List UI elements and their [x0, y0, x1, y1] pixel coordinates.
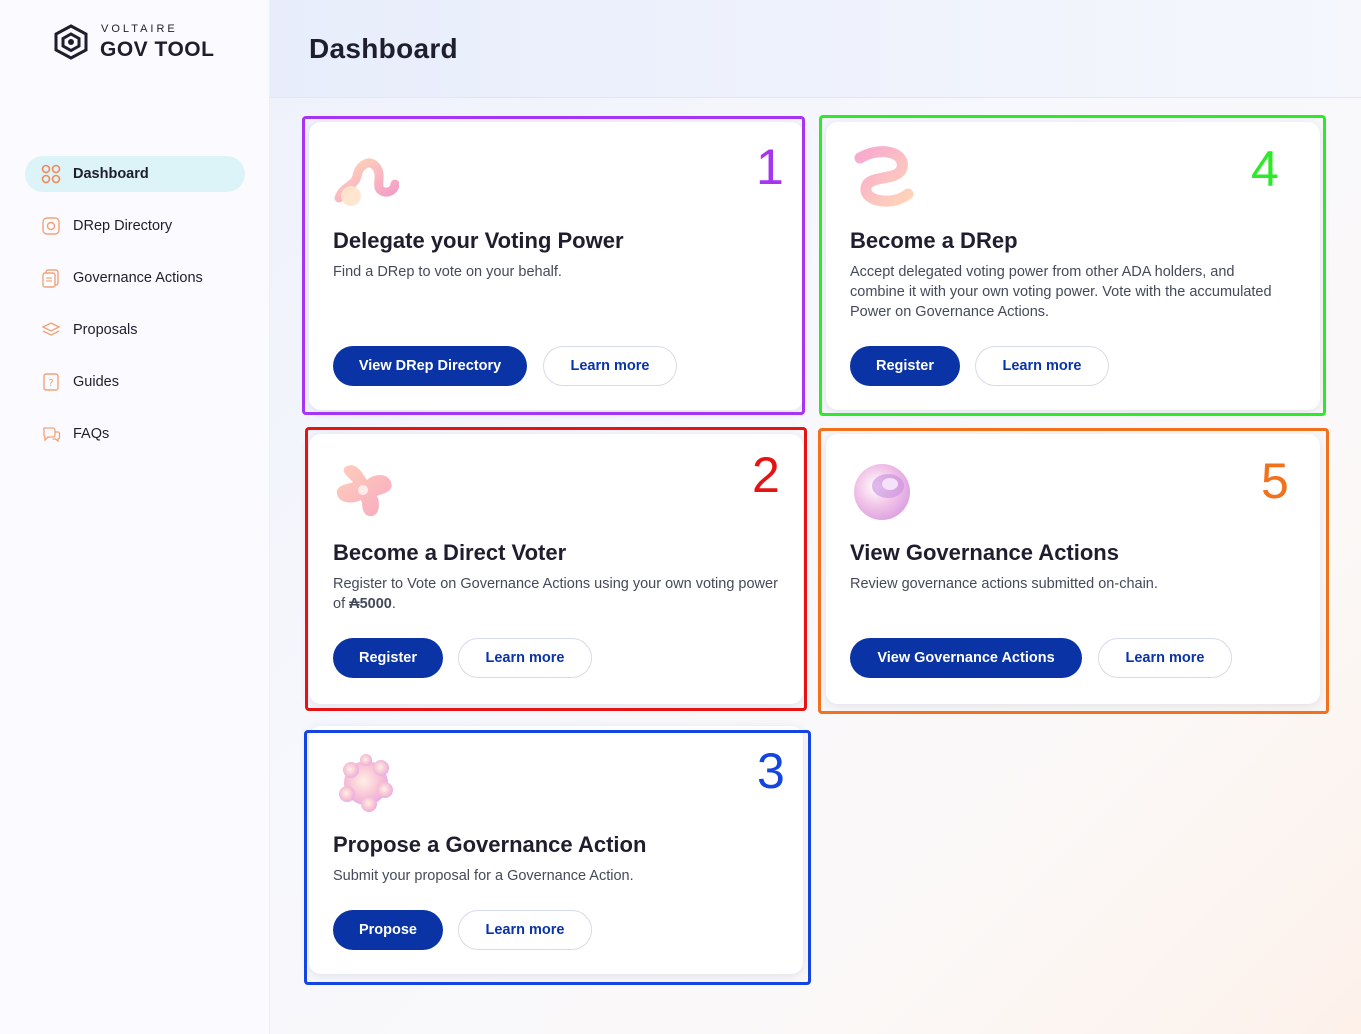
sidebar-item-dashboard[interactable]: Dashboard: [25, 156, 245, 192]
sidebar-item-label: Proposals: [73, 322, 138, 338]
sidebar-item-label: Dashboard: [73, 166, 149, 182]
view-governance-actions-button[interactable]: View Governance Actions: [850, 638, 1082, 678]
register-drep-button[interactable]: Register: [850, 346, 960, 386]
annotation-number-2: 2: [752, 447, 780, 503]
faqs-icon: [41, 424, 61, 444]
sidebar-item-label: FAQs: [73, 426, 110, 442]
card-become-drep: Become a DRep Accept delegated voting po…: [826, 122, 1320, 410]
learn-more-button[interactable]: Learn more: [543, 346, 677, 386]
sidebar-item-label: Guides: [73, 374, 119, 390]
annotation-number-5: 5: [1261, 453, 1289, 509]
drep-illustration-icon: [854, 146, 914, 207]
card-title: View Governance Actions: [850, 540, 1119, 565]
card-description-suffix: .: [391, 596, 396, 612]
propose-illustration-icon: [339, 754, 393, 812]
delegate-illustration-icon: [334, 158, 399, 206]
guides-icon: ?: [41, 372, 61, 392]
learn-more-button[interactable]: Learn more: [975, 346, 1109, 386]
sidebar-item-guides[interactable]: ? Guides: [25, 364, 245, 400]
logo-title: GOV TOOL: [100, 38, 215, 61]
app-logo[interactable]: VOLTAIRE GOV TOOL: [52, 24, 214, 60]
annotation-number-3: 3: [757, 743, 785, 799]
logo-hexagon-icon: [54, 24, 88, 60]
sidebar-nav: Dashboard DRep Directory Governance Acti…: [25, 156, 245, 468]
sidebar-item-governance-actions[interactable]: Governance Actions: [25, 260, 245, 296]
direct-voter-illustration-icon: [336, 465, 392, 517]
card-view-governance-actions: View Governance Actions Review governanc…: [826, 434, 1320, 704]
card-description: Submit your proposal for a Governance Ac…: [333, 868, 634, 884]
voting-power-amount: ₳5000: [349, 596, 392, 612]
annotation-number-4: 4: [1251, 141, 1279, 197]
dashboard-grid-icon: [41, 164, 61, 184]
sidebar-item-label: DRep Directory: [73, 218, 173, 234]
top-bar: Dashboard: [270, 0, 1361, 98]
card-title: Propose a Governance Action: [333, 832, 647, 857]
sidebar-item-faqs[interactable]: FAQs: [25, 416, 245, 452]
register-direct-voter-button[interactable]: Register: [333, 638, 443, 678]
sidebar: VOLTAIRE GOV TOOL Dashboard DRep Directo…: [0, 0, 270, 1034]
annotation-number-1: 1: [756, 139, 784, 195]
card-propose: Propose a Governance Action Submit your …: [309, 726, 803, 974]
card-delegate: Delegate your Voting Power Find a DRep t…: [309, 122, 803, 410]
page-title: Dashboard: [309, 32, 458, 64]
drep-directory-icon: [41, 216, 61, 236]
governance-actions-illustration-icon: [854, 464, 910, 520]
card-title: Become a DRep: [850, 228, 1018, 253]
sidebar-item-label: Governance Actions: [73, 270, 203, 286]
governance-actions-icon: [41, 268, 61, 288]
learn-more-button[interactable]: Learn more: [458, 638, 592, 678]
app-window: VOLTAIRE GOV TOOL Dashboard DRep Directo…: [0, 0, 1361, 1034]
logo-subtitle: VOLTAIRE: [101, 23, 178, 35]
card-description-text: Register to Vote on Governance Actions u…: [333, 576, 778, 612]
sidebar-item-proposals[interactable]: Proposals: [25, 312, 245, 348]
card-direct-voter: Become a Direct Voter Register to Vote o…: [309, 434, 803, 704]
card-description: Accept delegated voting power from other…: [850, 264, 1272, 320]
propose-button[interactable]: Propose: [333, 910, 443, 950]
card-description: Review governance actions submitted on-c…: [850, 576, 1158, 592]
svg-text:?: ?: [48, 378, 53, 389]
card-description: Register to Vote on Governance Actions u…: [333, 574, 783, 614]
learn-more-button[interactable]: Learn more: [458, 910, 592, 950]
learn-more-button[interactable]: Learn more: [1098, 638, 1232, 678]
proposals-icon: [41, 320, 61, 340]
card-description: Find a DRep to vote on your behalf.: [333, 264, 562, 280]
sidebar-item-drep-directory[interactable]: DRep Directory: [25, 208, 245, 244]
main-content: Dashboard Delegate your Voting Power Fin…: [270, 0, 1361, 1034]
card-title: Become a Direct Voter: [333, 540, 567, 565]
card-title: Delegate your Voting Power: [333, 228, 624, 253]
view-drep-directory-button[interactable]: View DRep Directory: [333, 346, 527, 386]
